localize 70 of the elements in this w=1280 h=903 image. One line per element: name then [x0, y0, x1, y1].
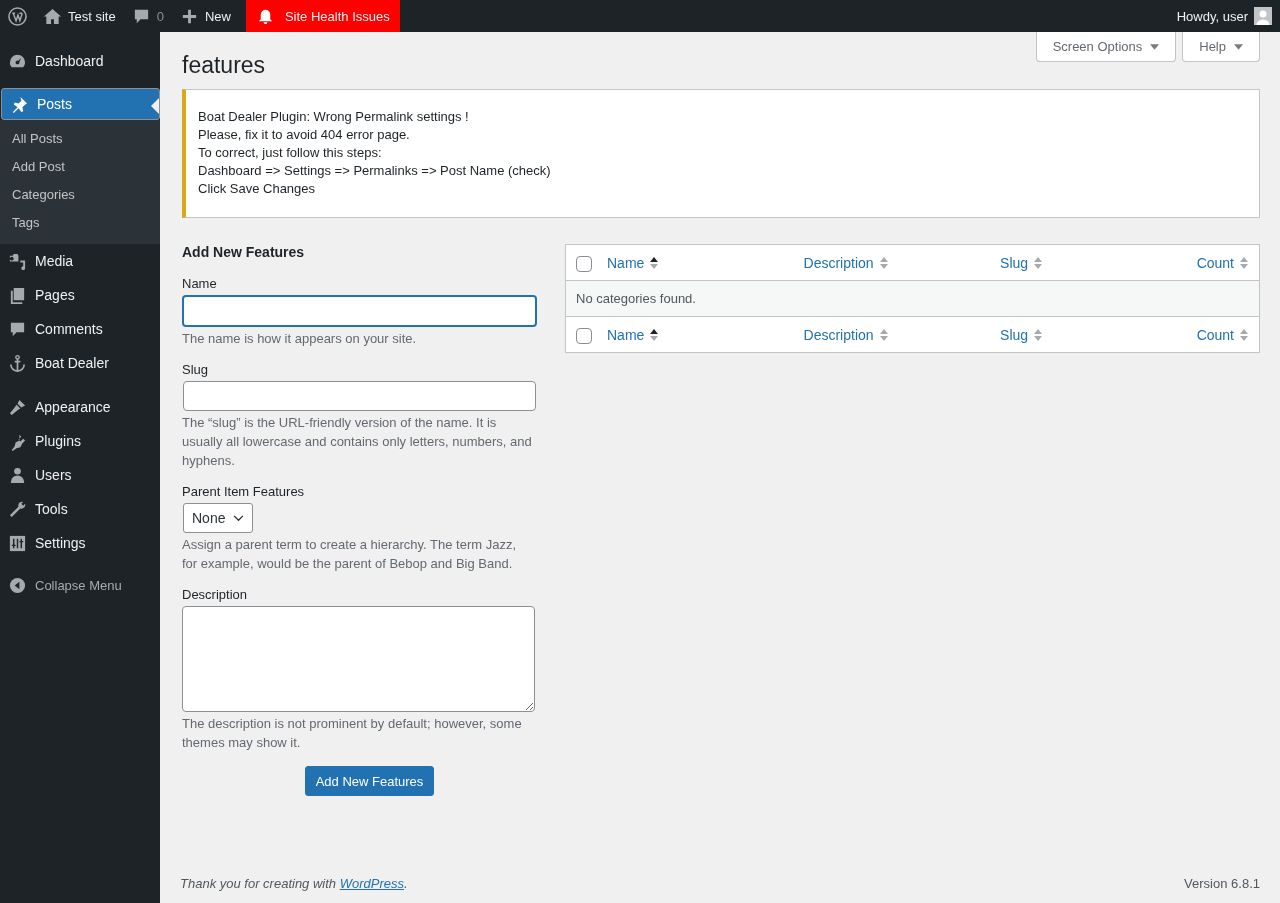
site-link[interactable]: Test site	[35, 0, 124, 32]
notice-text: Click Save Changes	[198, 180, 316, 198]
screen-options-button[interactable]: Screen Options	[1035, 32, 1177, 62]
column-sort-link[interactable]: Description	[803, 326, 1001, 343]
menu-item[interactable]: Pages	[0, 278, 160, 312]
submenu-item[interactable]: All Posts	[0, 125, 160, 153]
menu-item[interactable]: Comments	[0, 312, 160, 346]
version-text: Version 6.8.1	[1184, 876, 1260, 891]
menu-item[interactable]: Dashboard	[0, 44, 160, 78]
chevron-down-icon	[233, 514, 245, 522]
footer-text: Thank you for creating with WordPress.	[180, 876, 408, 891]
help-text: The “slug” is the URL-friendly version of the name. It is usually all lowercase and contains only letters, numbers, and hyphens.	[182, 414, 532, 470]
description-field[interactable]	[182, 606, 535, 712]
caret-icon	[1150, 43, 1160, 50]
field-label: Name	[182, 276, 217, 291]
comments-link[interactable]: 0	[123, 0, 172, 32]
form-heading: Add New Features	[182, 244, 305, 260]
menu-item[interactable]: Tools	[0, 492, 160, 526]
pages-icon	[8, 285, 27, 305]
submenu-item[interactable]: Tags	[0, 209, 160, 237]
help-text: Assign a parent term to create a hierarchy. The term Jazz, for example, would be the parent of Bebop and Big Band.	[182, 536, 518, 573]
avatar-icon	[1254, 7, 1272, 25]
submenu-item[interactable]: Add Post	[0, 153, 160, 181]
paintbrush-icon	[8, 397, 27, 417]
help-button[interactable]: Help	[1182, 32, 1260, 62]
column-sort-link[interactable]: Count	[1196, 254, 1249, 271]
collapse-menu-button[interactable]: Collapse Menu	[0, 570, 160, 600]
notice-text: Dashboard => Settings => Permalinks => Post Name (check)	[198, 162, 551, 180]
new-link[interactable]: New	[171, 0, 239, 32]
text-input-field[interactable]	[183, 381, 536, 411]
wrench-icon	[8, 499, 27, 519]
menu-item[interactable]: Boat Dealer	[0, 346, 160, 380]
text-input-field[interactable]	[182, 295, 537, 327]
column-sort-link[interactable]: Name	[607, 254, 804, 271]
help-text: The description is not prominent by default; however, some themes may show it.	[182, 715, 523, 752]
account-link[interactable]: Howdy, user	[1168, 0, 1280, 32]
site-health-link[interactable]: Site Health Issues	[245, 0, 400, 32]
empty-message: No categories found.	[576, 291, 696, 306]
caret-icon	[1234, 43, 1243, 50]
menu-item[interactable]: Plugins	[0, 424, 160, 458]
notice-text: Boat Dealer Plugin: Wrong Permalink settings !	[198, 108, 469, 126]
menu-item[interactable]: Settings	[0, 526, 160, 560]
select-all-checkbox[interactable]	[576, 255, 592, 272]
page-title: features	[182, 51, 266, 80]
parent-dropdown[interactable]: None	[183, 503, 254, 533]
column-sort-link[interactable]: Slug	[1000, 254, 1197, 271]
anchor-icon	[8, 353, 27, 373]
wordpress-link[interactable]: WordPress	[339, 876, 404, 891]
menu-item[interactable]: Appearance	[0, 390, 160, 424]
w-logo-icon	[8, 6, 27, 26]
submit-button[interactable]: Add New Features	[304, 766, 435, 796]
select-all-checkbox[interactable]	[576, 327, 592, 344]
sliders-icon	[8, 533, 27, 553]
menu-item[interactable]: Users	[0, 458, 160, 492]
person-icon	[8, 465, 27, 485]
column-sort-link[interactable]: Name	[607, 326, 804, 343]
submenu-item[interactable]: Categories	[0, 181, 160, 209]
field-label: Description	[182, 587, 248, 602]
menu-item[interactable]: Posts	[1, 88, 160, 120]
help-text: The name is how it appears on your site.	[182, 330, 418, 348]
column-sort-link[interactable]: Count	[1196, 326, 1249, 343]
field-label: Parent Item Features	[182, 484, 305, 499]
notice-text: Please, fix it to avoid 404 error page.	[198, 126, 410, 144]
menu-item[interactable]: Media	[0, 244, 160, 278]
notice-text: To correct, just follow this steps:	[198, 144, 382, 162]
field-label: Slug	[182, 362, 209, 377]
column-sort-link[interactable]: Slug	[1000, 326, 1197, 343]
home-icon	[43, 6, 62, 26]
left-arrow-circle-icon	[8, 575, 27, 595]
column-sort-link[interactable]: Description	[803, 254, 1001, 271]
